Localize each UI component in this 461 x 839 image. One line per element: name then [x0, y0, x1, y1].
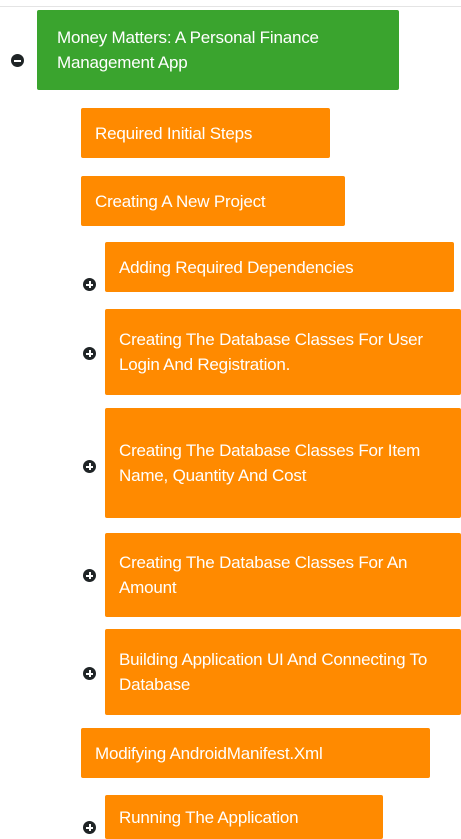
node-label: Required Initial Steps	[95, 123, 253, 143]
expand-toggle-icon[interactable]	[83, 667, 96, 680]
expand-toggle-icon[interactable]	[83, 569, 96, 582]
expand-toggle-icon[interactable]	[83, 278, 96, 291]
node-label: Creating The Database Classes For User L…	[119, 330, 423, 374]
expand-toggle-icon[interactable]	[83, 821, 96, 834]
node-database-classes-item[interactable]: Creating The Database Classes For Item N…	[105, 408, 461, 518]
node-label: Creating The Database Classes For Item N…	[119, 441, 421, 485]
node-label: Adding Required Dependencies	[119, 257, 354, 277]
node-label: Building Application UI And Connecting T…	[119, 650, 428, 694]
expand-toggle-icon[interactable]	[83, 460, 96, 473]
node-database-classes-amount[interactable]: Creating The Database Classes For An Amo…	[105, 533, 461, 617]
node-required-initial-steps[interactable]: Required Initial Steps	[81, 108, 330, 158]
node-label: Creating The Database Classes For An Amo…	[119, 553, 408, 597]
mindmap-root-node[interactable]: Money Matters: A Personal Finance Manage…	[37, 10, 399, 90]
node-modifying-android-manifest[interactable]: Modifying AndroidManifest.Xml	[81, 728, 430, 778]
top-divider	[0, 6, 461, 7]
collapse-toggle-icon[interactable]	[11, 54, 24, 67]
node-running-the-application[interactable]: Running The Application	[105, 795, 383, 839]
node-label: Creating A New Project	[95, 191, 266, 211]
root-node-label: Money Matters: A Personal Finance Manage…	[57, 28, 319, 72]
node-label: Modifying AndroidManifest.Xml	[95, 743, 323, 763]
node-building-application-ui[interactable]: Building Application UI And Connecting T…	[105, 629, 461, 715]
node-label: Running The Application	[119, 807, 299, 827]
node-database-classes-login[interactable]: Creating The Database Classes For User L…	[105, 309, 461, 395]
node-adding-required-dependencies[interactable]: Adding Required Dependencies	[105, 242, 454, 292]
expand-toggle-icon[interactable]	[83, 347, 96, 360]
node-creating-new-project[interactable]: Creating A New Project	[81, 176, 345, 226]
